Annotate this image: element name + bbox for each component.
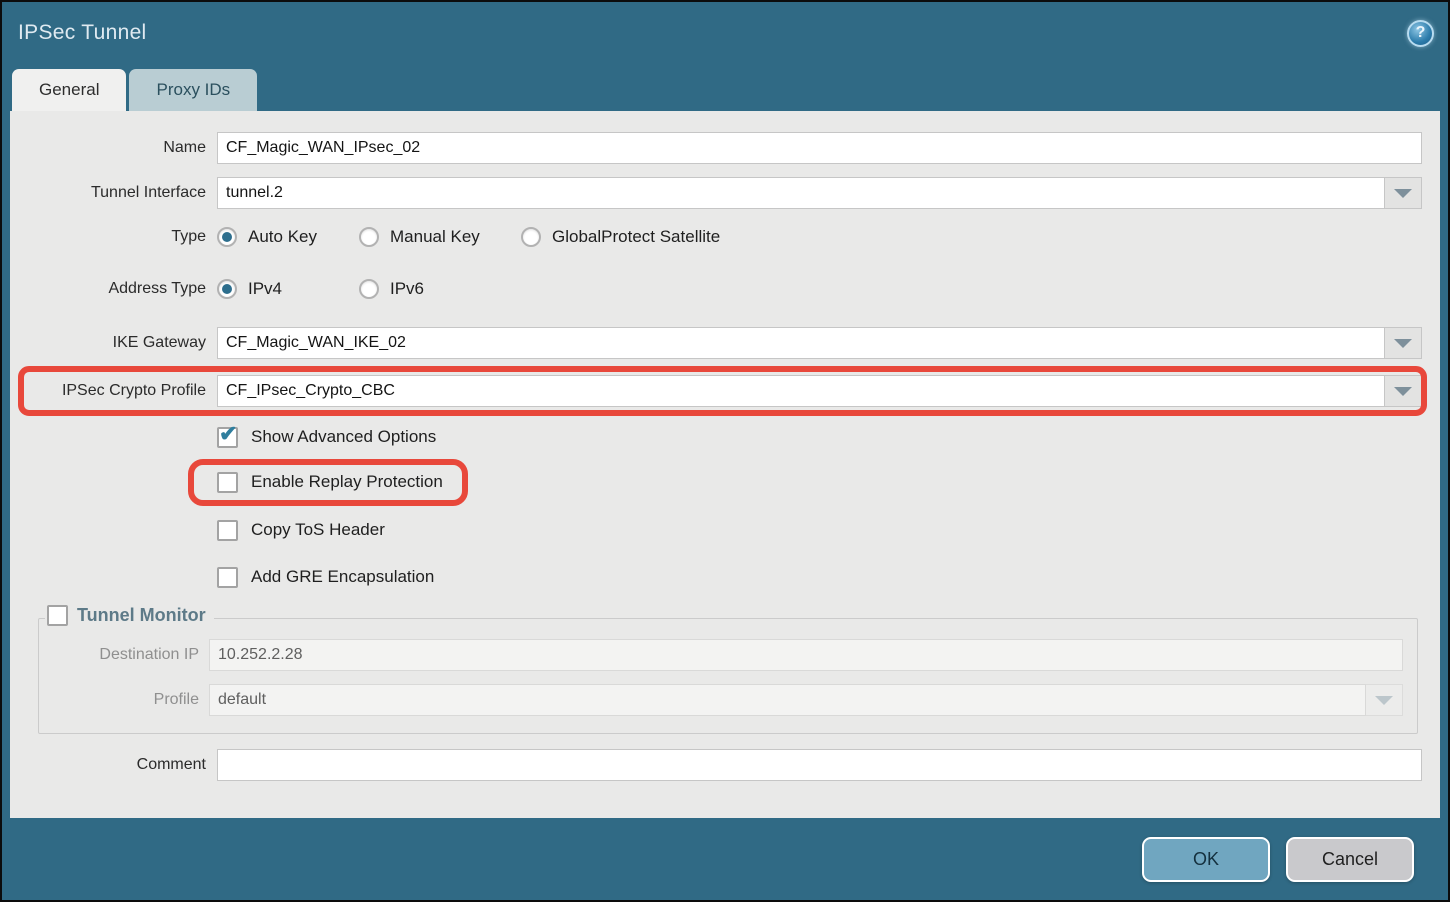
ike-gateway-label: IKE Gateway xyxy=(20,334,217,352)
chevron-down-icon xyxy=(1394,189,1412,198)
enable-replay-protection-row: Enable Replay Protection xyxy=(20,470,1422,494)
radio-globalprotect-satellite[interactable] xyxy=(521,227,541,247)
address-type-row: Address Type IPv4 IPv6 xyxy=(20,277,1422,301)
tab-proxy-ids[interactable]: Proxy IDs xyxy=(129,69,257,111)
comment-label: Comment xyxy=(20,756,217,774)
radio-manual-key-label: Manual Key xyxy=(390,227,488,247)
ok-button[interactable]: OK xyxy=(1142,837,1270,882)
profile-row: Profile xyxy=(39,684,1403,716)
ipsec-crypto-profile-row: IPSec Crypto Profile xyxy=(20,375,1422,407)
comment-input[interactable] xyxy=(217,749,1422,781)
help-icon[interactable]: ? xyxy=(1407,20,1434,47)
type-row: Type Auto Key Manual Key GlobalProtect S… xyxy=(20,225,1422,249)
radio-ipv4[interactable] xyxy=(217,279,237,299)
tunnel-interface-row: Tunnel Interface xyxy=(20,177,1422,209)
radio-ipv6-label: IPv6 xyxy=(390,279,432,299)
copy-tos-header-checkbox[interactable] xyxy=(217,520,238,541)
radio-manual-key[interactable] xyxy=(359,227,379,247)
name-row: Name xyxy=(20,132,1422,164)
tunnel-interface-dropdown-button[interactable] xyxy=(1385,177,1422,209)
tunnel-interface-label: Tunnel Interface xyxy=(20,184,217,202)
tab-bar: General Proxy IDs xyxy=(2,64,1448,111)
tunnel-monitor-checkbox[interactable] xyxy=(47,605,68,626)
radio-auto-key[interactable] xyxy=(217,227,237,247)
destination-ip-row: Destination IP xyxy=(39,639,1403,671)
ipsec-crypto-profile-input[interactable] xyxy=(217,375,1385,407)
tab-general[interactable]: General xyxy=(12,69,126,111)
name-label: Name xyxy=(20,139,217,157)
ipsec-tunnel-dialog: IPSec Tunnel ? General Proxy IDs Name Tu… xyxy=(0,0,1450,902)
show-advanced-options-checkbox[interactable] xyxy=(217,427,238,448)
chevron-down-icon xyxy=(1375,696,1393,705)
chevron-down-icon xyxy=(1394,387,1412,396)
copy-tos-header-row: Copy ToS Header xyxy=(20,518,1422,542)
radio-globalprotect-satellite-label: GlobalProtect Satellite xyxy=(552,227,728,247)
general-tab-panel: Name Tunnel Interface Type Auto Key xyxy=(10,111,1440,818)
destination-ip-input xyxy=(209,639,1403,671)
add-gre-encapsulation-label: Add GRE Encapsulation xyxy=(251,567,434,587)
ike-gateway-input[interactable] xyxy=(217,327,1385,359)
dialog-titlebar: IPSec Tunnel ? xyxy=(2,2,1448,64)
tunnel-monitor-label: Tunnel Monitor xyxy=(77,605,206,626)
radio-ipv6[interactable] xyxy=(359,279,379,299)
dialog-footer: OK Cancel xyxy=(2,818,1448,900)
radio-ipv4-label: IPv4 xyxy=(248,279,290,299)
ipsec-crypto-profile-label: IPSec Crypto Profile xyxy=(20,382,217,400)
dialog-title: IPSec Tunnel xyxy=(18,21,147,45)
address-type-label: Address Type xyxy=(20,280,217,298)
copy-tos-header-label: Copy ToS Header xyxy=(251,520,385,540)
show-advanced-options-label: Show Advanced Options xyxy=(251,427,436,447)
tunnel-monitor-section: Tunnel Monitor Destination IP Profile xyxy=(38,605,1418,734)
ike-gateway-dropdown-button[interactable] xyxy=(1385,327,1422,359)
show-advanced-options-row: Show Advanced Options xyxy=(20,425,1422,449)
profile-dropdown-button xyxy=(1366,684,1403,716)
profile-label: Profile xyxy=(39,691,209,709)
tunnel-interface-input[interactable] xyxy=(217,177,1385,209)
enable-replay-protection-label: Enable Replay Protection xyxy=(251,472,443,492)
name-input[interactable] xyxy=(217,132,1422,164)
add-gre-encapsulation-row: Add GRE Encapsulation xyxy=(20,565,1422,589)
ipsec-crypto-profile-dropdown-button[interactable] xyxy=(1385,375,1422,407)
chevron-down-icon xyxy=(1394,339,1412,348)
radio-auto-key-label: Auto Key xyxy=(248,227,325,247)
question-mark-glyph: ? xyxy=(1416,24,1426,42)
ike-gateway-row: IKE Gateway xyxy=(20,327,1422,359)
enable-replay-protection-checkbox[interactable] xyxy=(217,472,238,493)
destination-ip-label: Destination IP xyxy=(39,646,209,664)
add-gre-encapsulation-checkbox[interactable] xyxy=(217,567,238,588)
profile-input xyxy=(209,684,1366,716)
comment-row: Comment xyxy=(20,749,1422,781)
type-label: Type xyxy=(20,228,217,246)
cancel-button[interactable]: Cancel xyxy=(1286,837,1414,882)
